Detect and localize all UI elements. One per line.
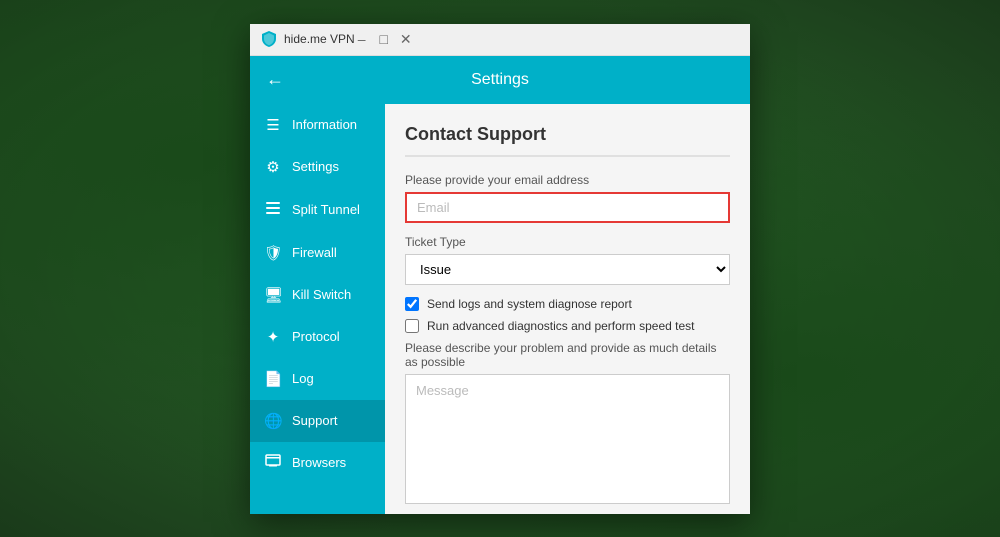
information-icon: ☰ (264, 116, 282, 134)
message-textarea[interactable] (405, 374, 730, 504)
log-icon: 📄 (264, 370, 282, 388)
sidebar-item-label: Protocol (292, 329, 340, 344)
app-header: ← Settings (250, 56, 750, 104)
protocol-icon: ✦ (264, 328, 282, 346)
app-title: hide.me VPN (284, 32, 355, 46)
sidebar-item-label: Browsers (292, 455, 346, 470)
app-body: ☰ Information ⚙ Settings Split Tunnel � (250, 104, 750, 514)
page-title: Contact Support (405, 124, 730, 157)
ticket-type-select[interactable]: Issue Question Feature Request (405, 254, 730, 285)
support-icon: 🌐 (264, 412, 282, 430)
sidebar-item-label: Split Tunnel (292, 202, 360, 217)
main-content: Contact Support Please provide your emai… (385, 104, 750, 514)
header-title: Settings (296, 71, 704, 89)
app-window: hide.me VPN – □ ✕ ← Settings ☰ Informati… (250, 24, 750, 514)
sidebar: ☰ Information ⚙ Settings Split Tunnel � (250, 104, 385, 514)
sidebar-item-support[interactable]: 🌐 Support (250, 400, 385, 442)
sidebar-item-log[interactable]: 📄 Log (250, 358, 385, 400)
sidebar-item-label: Kill Switch (292, 287, 351, 302)
split-tunnel-icon (264, 200, 282, 220)
run-diagnostics-checkbox[interactable] (405, 319, 419, 333)
run-diagnostics-row: Run advanced diagnostics and perform spe… (405, 319, 730, 333)
ticket-type-label: Ticket Type (405, 235, 730, 249)
minimize-button[interactable]: – (355, 32, 369, 46)
sidebar-item-kill-switch[interactable]: 🖥 Kill Switch (250, 274, 385, 316)
sidebar-item-label: Settings (292, 159, 339, 174)
close-button[interactable]: ✕ (399, 32, 413, 46)
title-bar: hide.me VPN – □ ✕ (250, 24, 750, 56)
sidebar-item-label: Firewall (292, 245, 337, 260)
sidebar-item-protocol[interactable]: ✦ Protocol (250, 316, 385, 358)
run-diagnostics-label: Run advanced diagnostics and perform spe… (427, 319, 695, 333)
browsers-icon (264, 454, 282, 472)
firewall-icon: 🛡 (264, 244, 282, 262)
email-input[interactable] (405, 192, 730, 223)
send-logs-label: Send logs and system diagnose report (427, 297, 632, 311)
send-logs-checkbox[interactable] (405, 297, 419, 311)
sidebar-item-label: Log (292, 371, 314, 386)
sidebar-item-label: Support (292, 413, 338, 428)
title-bar-controls: – □ ✕ (355, 32, 413, 46)
logo-icon (260, 30, 278, 48)
sidebar-item-split-tunnel[interactable]: Split Tunnel (250, 188, 385, 232)
kill-switch-icon: 🖥 (264, 286, 282, 304)
message-label: Please describe your problem and provide… (405, 341, 730, 369)
settings-icon: ⚙ (264, 158, 282, 176)
maximize-button[interactable]: □ (377, 32, 391, 46)
sidebar-item-label: Information (292, 117, 357, 132)
sidebar-item-information[interactable]: ☰ Information (250, 104, 385, 146)
sidebar-item-firewall[interactable]: 🛡 Firewall (250, 232, 385, 274)
sidebar-item-browsers[interactable]: Browsers (250, 442, 385, 484)
email-label: Please provide your email address (405, 173, 730, 187)
sidebar-item-settings[interactable]: ⚙ Settings (250, 146, 385, 188)
send-logs-row: Send logs and system diagnose report (405, 297, 730, 311)
back-button[interactable]: ← (266, 69, 284, 90)
title-bar-logo: hide.me VPN (260, 30, 355, 48)
